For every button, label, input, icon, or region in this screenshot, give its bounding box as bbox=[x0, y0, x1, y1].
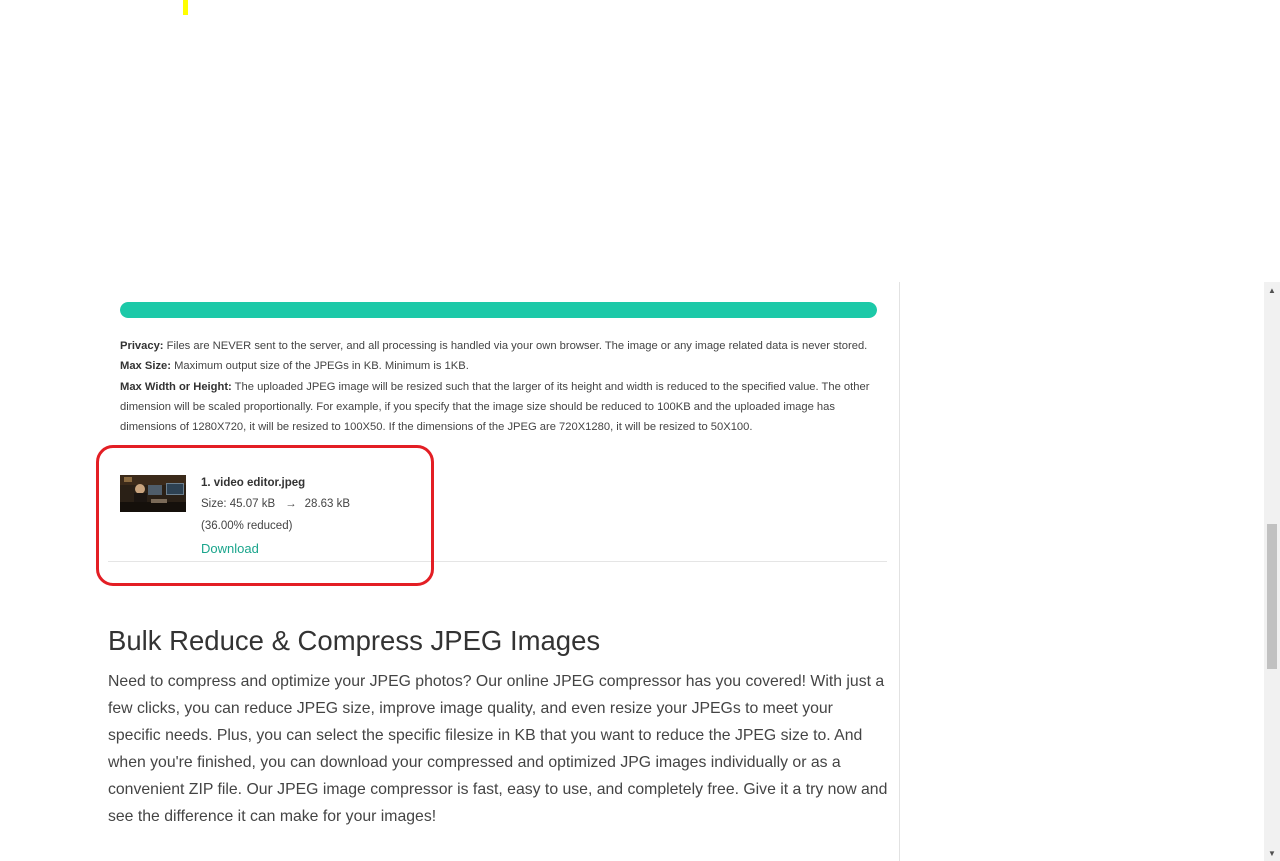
section-description: Need to compress and optimize your JPEG … bbox=[108, 673, 888, 825]
max-size-label: Max Size: bbox=[120, 360, 171, 373]
max-dimension-text: The uploaded JPEG image will be resized … bbox=[120, 380, 870, 434]
yellow-marker bbox=[183, 0, 188, 15]
content-divider bbox=[899, 282, 900, 861]
scroll-down-arrow-icon[interactable]: ▼ bbox=[1264, 845, 1280, 861]
max-dimension-note: Max Width or Height: The uploaded JPEG i… bbox=[120, 377, 880, 438]
progress-fill bbox=[120, 302, 877, 318]
privacy-text: Files are NEVER sent to the server, and … bbox=[163, 340, 868, 352]
scroll-up-arrow-icon[interactable]: ▲ bbox=[1264, 282, 1280, 298]
max-size-note: Max Size: Maximum output size of the JPE… bbox=[120, 356, 880, 376]
privacy-note: Privacy: Files are NEVER sent to the ser… bbox=[120, 336, 880, 356]
section-title: Bulk Reduce & Compress JPEG Images bbox=[108, 625, 601, 656]
max-size-text: Maximum output size of the JPEGs in KB. … bbox=[170, 360, 469, 373]
scrollbar-thumb[interactable] bbox=[1267, 524, 1277, 669]
info-section: Privacy: Files are NEVER sent to the ser… bbox=[120, 336, 880, 437]
scrollbar[interactable]: ▲ ▼ bbox=[1264, 282, 1280, 861]
privacy-label: Privacy: bbox=[120, 340, 164, 352]
highlight-annotation bbox=[96, 445, 434, 586]
max-dimension-label: Max Width or Height: bbox=[120, 380, 232, 393]
progress-bar bbox=[120, 302, 877, 318]
